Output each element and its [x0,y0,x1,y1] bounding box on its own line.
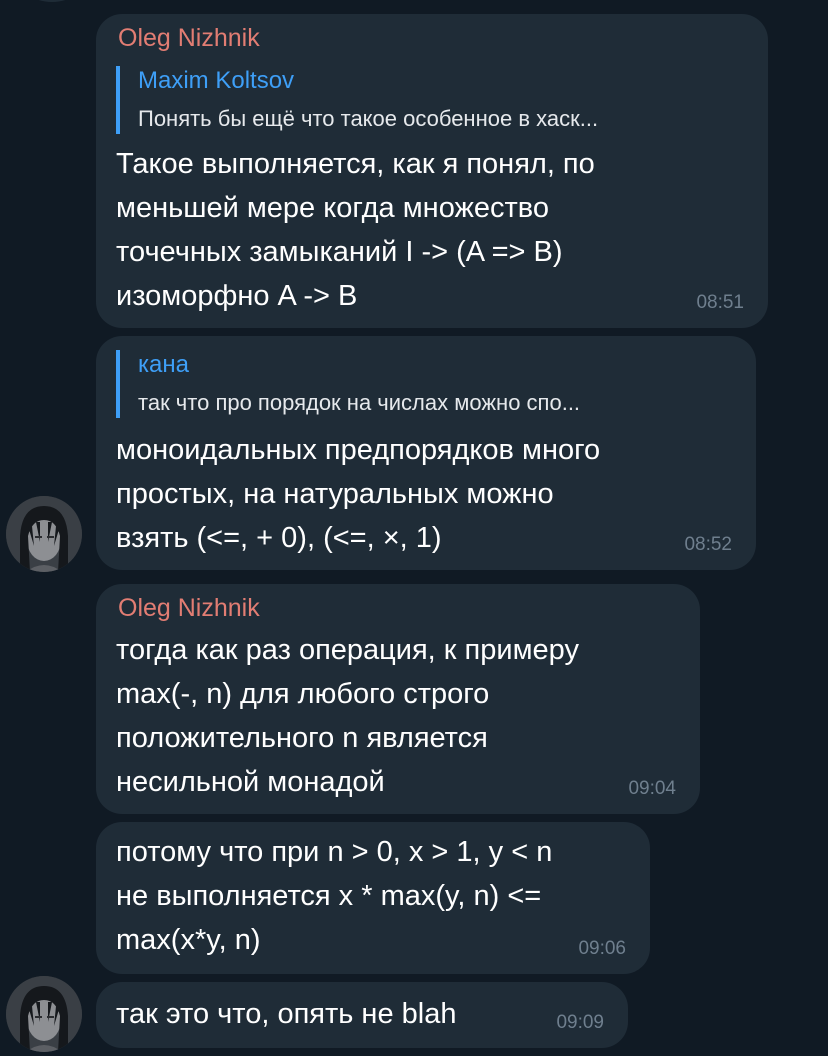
message-time: 09:04 [628,778,676,799]
avatar-portrait-icon [6,976,82,1052]
message-time: 09:09 [556,1012,604,1033]
user-avatar[interactable] [6,496,82,572]
message-time: 08:51 [696,292,744,313]
message-text: тогда как раз операция, к примеру max(-,… [116,634,579,798]
message-text: моноидальных предпорядков много простых,… [116,434,601,554]
reply-quote[interactable]: кана так что про порядок на числах можно… [116,350,740,418]
message-text: так это что, опять не blah [116,998,457,1030]
reply-text: Понять бы ещё что такое особенное в хаск… [138,106,599,131]
reply-text: так что про порядок на числах можно спо.… [138,390,581,415]
message-bubble[interactable]: так это что, опять не blah 09:09 [96,982,628,1048]
message-author[interactable]: Oleg Nizhnik [118,594,260,623]
message-bubble[interactable]: Oleg Nizhnik Maxim Koltsov Понять бы ещё… [96,14,768,328]
message-text: потому что при n > 0, x > 1, y < n не вы… [116,836,553,956]
user-avatar[interactable] [6,976,82,1052]
message-bubble[interactable]: потому что при n > 0, x > 1, y < n не вы… [96,822,650,974]
message-time: 08:52 [684,534,732,555]
avatar-portrait-icon [6,496,82,572]
message-bubble[interactable]: кана так что про порядок на числах можно… [96,336,756,570]
reply-author: кана [138,351,189,378]
message-author[interactable]: Oleg Nizhnik [118,24,260,53]
reply-author: Maxim Koltsov [138,67,295,94]
message-time: 09:06 [578,938,626,959]
reply-quote[interactable]: Maxim Koltsov Понять бы ещё что такое ос… [116,66,752,134]
avatar-partial[interactable] [14,0,90,2]
message-bubble[interactable]: Oleg Nizhnik тогда как раз операция, к п… [96,584,700,814]
message-text: Такое выполняется, как я понял, по меньш… [116,148,595,312]
